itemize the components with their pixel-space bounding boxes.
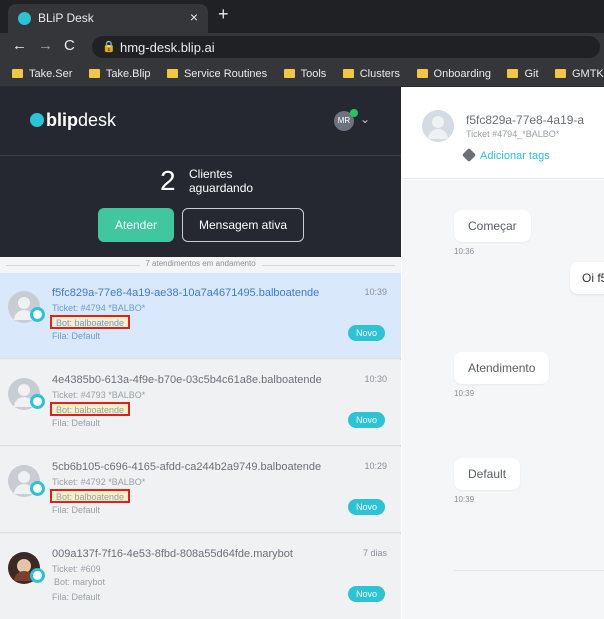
message-time: 10:39 bbox=[454, 389, 475, 398]
url-input[interactable]: 🔒 hmg-desk.blip.ai bbox=[92, 36, 600, 58]
ticket-number: Ticket: #4793 *BALBO* bbox=[52, 390, 146, 400]
novo-badge: Novo bbox=[347, 325, 385, 341]
bookmark-take-blip[interactable]: Take.Blip bbox=[88, 61, 151, 86]
ticket-queue: Fila: Default bbox=[52, 418, 101, 428]
folder-icon bbox=[88, 69, 100, 78]
chat-panel: f5fc829a-77e8-4a19-a Ticket #4794_*BALBO… bbox=[402, 87, 604, 619]
folder-icon bbox=[507, 69, 519, 78]
bookmark-gmtk[interactable]: GMTK bbox=[554, 61, 604, 86]
outgoing-message: Oi f5 bbox=[570, 262, 604, 294]
ticket-number: Ticket: #4794 *BALBO* bbox=[52, 303, 146, 313]
ticket-time: 10:30 bbox=[364, 374, 387, 384]
in-progress-divider: 7 atendimentos em andamento bbox=[0, 257, 401, 273]
incoming-message: Default bbox=[454, 458, 521, 490]
novo-badge: Novo bbox=[347, 412, 385, 428]
person-icon bbox=[432, 116, 444, 128]
ticket-queue: Fila: Default bbox=[52, 331, 101, 341]
blip-favicon-icon bbox=[18, 12, 31, 25]
ticket-time: 10:29 bbox=[364, 461, 387, 471]
status-ring-icon bbox=[30, 307, 45, 322]
novo-badge: Novo bbox=[347, 499, 385, 515]
ticket-item[interactable]: f5fc829a-77e8-4a19-ae38-10a7a4671495.bal… bbox=[0, 273, 401, 359]
atender-button[interactable]: Atender bbox=[98, 208, 174, 242]
ticket-contact-name: f5fc829a-77e8-4a19-ae38-10a7a4671495.bal… bbox=[52, 287, 320, 299]
bookmark-take-ser[interactable]: Take.Ser bbox=[12, 61, 72, 86]
ticket-bot: Bot: balboatende bbox=[50, 315, 131, 329]
ticket-contact-name: 009a137f-7f16-4e53-8fbd-808a55d64fde.mar… bbox=[52, 548, 293, 560]
bookmarks-bar: Take.Ser Take.Blip Service Routines Tool… bbox=[0, 61, 604, 87]
url-text: hmg-desk.blip.ai bbox=[120, 40, 215, 55]
browser-tab[interactable]: BLiP Desk × bbox=[8, 4, 208, 33]
chevron-down-icon[interactable]: ⌄ bbox=[360, 112, 370, 126]
incoming-message: Atendimento bbox=[454, 352, 550, 384]
tab-title: BLiP Desk bbox=[38, 11, 94, 25]
online-status-icon bbox=[350, 109, 358, 117]
back-arrow-icon[interactable]: ← bbox=[12, 37, 27, 54]
chat-ticket-number: Ticket #4794_*BALBO* bbox=[466, 129, 560, 139]
folder-icon bbox=[283, 69, 295, 78]
new-tab-button[interactable]: + bbox=[218, 4, 229, 25]
add-tags-button[interactable]: Adicionar tags bbox=[461, 147, 550, 163]
mensagem-ativa-button[interactable]: Mensagem ativa bbox=[182, 208, 304, 242]
blip-bubble-icon bbox=[30, 113, 44, 127]
waiting-label: Clientes aguardando bbox=[189, 167, 254, 195]
bookmark-service-routines[interactable]: Service Routines bbox=[166, 61, 267, 86]
browser-tab-bar: BLiP Desk × + bbox=[0, 0, 604, 33]
ticket-item[interactable]: 009a137f-7f16-4e53-8fbd-808a55d64fde.mar… bbox=[0, 534, 401, 619]
message-time: 10:39 bbox=[454, 495, 475, 504]
ticket-contact-name: 5cb6b105-c696-4165-afdd-ca244b2a9749.bal… bbox=[52, 461, 322, 473]
status-ring-icon bbox=[30, 394, 45, 409]
bookmark-clusters[interactable]: Clusters bbox=[342, 61, 400, 86]
tag-icon bbox=[461, 147, 477, 163]
folder-icon bbox=[12, 69, 23, 78]
bookmark-tools[interactable]: Tools bbox=[283, 61, 326, 86]
folder-icon bbox=[416, 69, 428, 78]
divider bbox=[0, 155, 401, 156]
ticket-item[interactable]: 5cb6b105-c696-4165-afdd-ca244b2a9749.bal… bbox=[0, 447, 401, 533]
novo-badge: Novo bbox=[347, 586, 385, 602]
chat-contact-name: f5fc829a-77e8-4a19-a bbox=[466, 113, 585, 127]
queue-panel: blipdesk MR ⌄ 2 Clientes aguardando Atend… bbox=[0, 87, 401, 257]
chat-messages: Começar 10:36 Oi f5 Atendimento 10:39 De… bbox=[402, 180, 604, 619]
address-bar: ← → C 🔒 hmg-desk.blip.ai bbox=[0, 33, 604, 61]
incoming-message: Começar bbox=[454, 210, 531, 242]
tab-close-icon[interactable]: × bbox=[190, 9, 198, 25]
ticket-bot: Bot: balboatende bbox=[50, 402, 131, 416]
folder-icon bbox=[166, 69, 178, 78]
ticket-queue: Fila: Default bbox=[52, 505, 101, 515]
ticket-queue: Fila: Default bbox=[52, 592, 101, 602]
ticket-bot: Bot: balboatende bbox=[50, 489, 131, 503]
bookmark-git[interactable]: Git bbox=[507, 61, 539, 86]
waiting-count: 2 bbox=[160, 165, 176, 196]
bookmark-onboarding[interactable]: Onboarding bbox=[416, 61, 491, 86]
ticket-number: Ticket: #609 bbox=[52, 564, 101, 574]
chat-header: f5fc829a-77e8-4a19-a Ticket #4794_*BALBO… bbox=[402, 87, 604, 179]
lock-icon: 🔒 bbox=[102, 41, 116, 53]
message-time: 10:36 bbox=[454, 247, 475, 256]
folder-icon bbox=[342, 69, 354, 78]
forward-arrow-icon[interactable]: → bbox=[38, 37, 53, 54]
person-icon bbox=[18, 297, 30, 309]
ticket-sidebar: blipdesk MR ⌄ 2 Clientes aguardando Atend… bbox=[0, 87, 401, 619]
status-ring-icon bbox=[30, 481, 45, 496]
ticket-time: 10:39 bbox=[364, 287, 387, 297]
ticket-item[interactable]: 4e4385b0-613a-4f9e-b70e-03c5b4c61a8e.bal… bbox=[0, 360, 401, 446]
person-icon bbox=[18, 471, 30, 483]
person-icon bbox=[18, 384, 30, 396]
status-ring-icon bbox=[30, 568, 45, 583]
blipdesk-logo: blipdesk bbox=[30, 110, 116, 131]
folder-icon bbox=[554, 69, 566, 78]
ticket-contact-name: 4e4385b0-613a-4f9e-b70e-03c5b4c61a8e.bal… bbox=[52, 374, 322, 386]
ticket-time: 7 dias bbox=[362, 548, 387, 558]
ticket-number: Ticket: #4792 *BALBO* bbox=[52, 477, 146, 487]
ticket-bot: Bot: marybot bbox=[54, 577, 106, 587]
reload-icon[interactable]: C bbox=[64, 37, 75, 54]
divider bbox=[454, 570, 604, 571]
contact-avatar bbox=[422, 110, 454, 142]
